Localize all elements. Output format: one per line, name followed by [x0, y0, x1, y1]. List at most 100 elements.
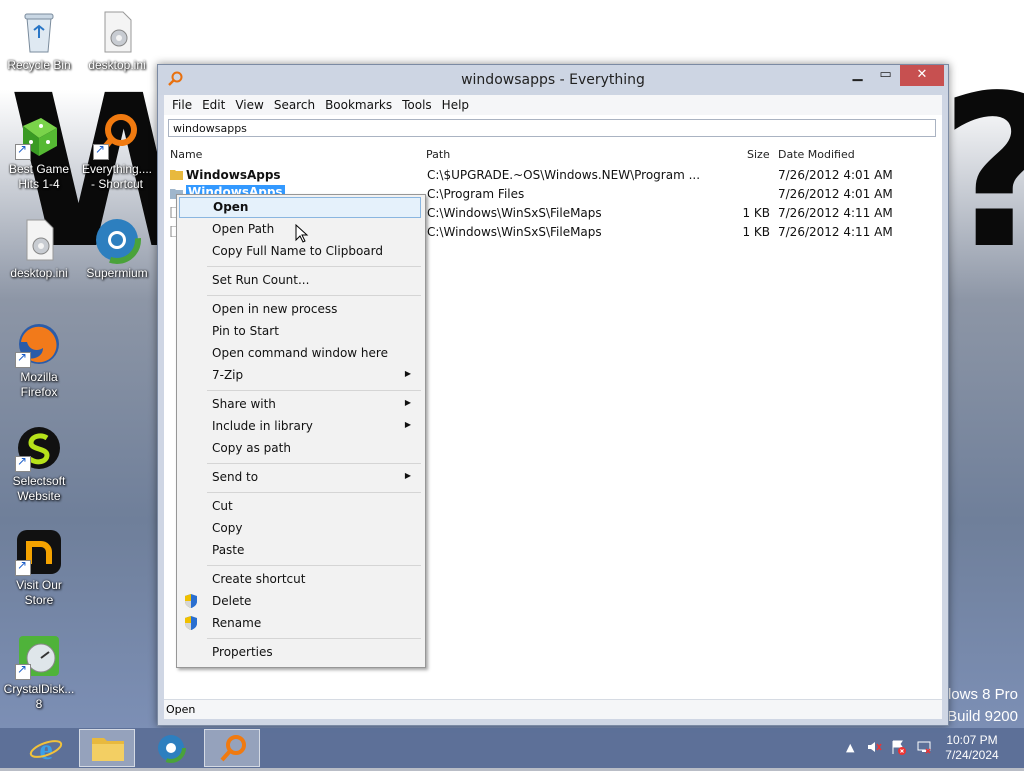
supermium-browser-icon	[93, 216, 141, 264]
taskbar-supermium-button[interactable]	[143, 729, 199, 767]
desktop-icon-label: Mozilla Firefox	[20, 370, 58, 399]
menu-item-cut[interactable]: Cut	[179, 496, 421, 517]
menu-item-open-command-window[interactable]: Open command window here	[179, 343, 421, 364]
minimize-button[interactable]: ▁	[844, 65, 871, 86]
menu-separator	[207, 492, 421, 493]
menu-bookmarks[interactable]: Bookmarks	[320, 95, 397, 115]
result-date: 7/26/2012 4:11 AM	[778, 206, 893, 220]
menu-item-label: Create shortcut	[212, 572, 306, 586]
menu-edit[interactable]: Edit	[197, 95, 230, 115]
maximize-button[interactable]: ▭	[872, 65, 899, 86]
menu-item-label: Set Run Count...	[212, 273, 310, 287]
clock-time: 10:07 PM	[946, 733, 998, 747]
desktop-icon-desktop-ini-2[interactable]: desktop.ini	[2, 216, 76, 281]
result-path: C:\Windows\WinSxS\FileMaps	[427, 225, 602, 239]
window-title: windowsapps - Everything	[461, 72, 645, 88]
result-size: 1 KB	[742, 225, 770, 239]
taskbar-ie-button[interactable]: e	[18, 729, 74, 767]
menu-item-label: Cut	[212, 499, 233, 513]
menu-item-pin-to-start[interactable]: Pin to Start	[179, 321, 421, 342]
taskbar-everything-button[interactable]	[204, 729, 260, 767]
menu-item-delete[interactable]: Delete	[179, 591, 421, 612]
menu-item-rename[interactable]: Rename	[179, 613, 421, 634]
taskbar: e ▲ 10:07 PM 7/24/2024	[0, 728, 1024, 768]
os-watermark-line1: dows 8 Pro	[942, 686, 1018, 703]
menu-item-7zip[interactable]: 7-Zip ▶	[179, 365, 421, 386]
desktop-icon-label: Recycle Bin	[7, 58, 71, 72]
menu-item-set-run-count[interactable]: Set Run Count...	[179, 270, 421, 291]
menu-item-label: Properties	[212, 645, 273, 659]
action-center-flag-icon[interactable]	[890, 739, 906, 758]
menu-item-label: Include in library	[212, 419, 313, 433]
menu-tools[interactable]: Tools	[397, 95, 437, 115]
desktop-icon-desktop-ini[interactable]: desktop.ini	[80, 8, 154, 73]
menu-separator	[207, 638, 421, 639]
menu-help[interactable]: Help	[437, 95, 474, 115]
menu-item-label: 7-Zip	[212, 368, 244, 382]
network-icon[interactable]	[916, 739, 932, 758]
firefox-icon	[15, 320, 63, 368]
desktop-icon-recycle-bin[interactable]: Recycle Bin	[2, 8, 76, 73]
column-header-path[interactable]: Path	[426, 148, 450, 161]
menu-item-include-in-library[interactable]: Include in library ▶	[179, 416, 421, 437]
show-hidden-icons-button[interactable]: ▲	[846, 741, 854, 754]
result-date: 7/26/2012 4:01 AM	[778, 168, 893, 182]
everything-search-icon	[220, 735, 246, 762]
menu-item-paste[interactable]: Paste	[179, 540, 421, 561]
desktop-icon-label: Visit Our Store	[16, 578, 62, 607]
desktop-icon-label: Selectsoft Website	[12, 474, 66, 503]
desktop-icon-best-game-hits[interactable]: Best Game Hits 1-4	[2, 112, 76, 192]
result-size: 1 KB	[742, 206, 770, 220]
desktop-icon-selectsoft[interactable]: Selectsoft Website	[2, 424, 76, 504]
svg-text:e: e	[39, 733, 52, 766]
mouse-cursor-icon	[295, 223, 309, 244]
shortcut-arrow-icon	[15, 142, 31, 160]
volume-muted-icon[interactable]	[866, 739, 882, 758]
menu-item-label: Open command window here	[212, 346, 388, 360]
desktop-icon-label: CrystalDisk... 8	[3, 682, 75, 711]
menu-item-copy-as-path[interactable]: Copy as path	[179, 438, 421, 459]
desktop-icon-crystaldisk[interactable]: CrystalDisk... 8	[2, 632, 76, 712]
menu-search[interactable]: Search	[269, 95, 320, 115]
internet-explorer-icon: e	[29, 733, 63, 766]
settings-file-icon	[93, 8, 141, 56]
menu-item-label: Open Path	[212, 222, 275, 236]
menu-item-share-with[interactable]: Share with ▶	[179, 394, 421, 415]
desktop-icon-firefox[interactable]: Mozilla Firefox	[2, 320, 76, 400]
menu-item-open[interactable]: Open	[179, 197, 421, 218]
taskbar-file-explorer-button[interactable]	[79, 729, 135, 767]
menu-item-properties[interactable]: Properties	[179, 642, 421, 663]
desktop-icon-visit-store[interactable]: Visit Our Store	[2, 528, 76, 608]
os-watermark: dows 8 Pro Build 9200	[943, 684, 1018, 728]
green-dice-icon	[15, 112, 63, 160]
result-path: C:\$UPGRADE.~OS\Windows.NEW\Program ...	[427, 168, 701, 182]
menu-item-label: Delete	[212, 594, 252, 608]
search-input[interactable]: windowsapps	[168, 119, 936, 137]
taskbar-clock[interactable]: 10:07 PM 7/24/2024	[942, 733, 1002, 763]
menu-item-copy-full-name[interactable]: Copy Full Name to Clipboard	[179, 241, 421, 262]
result-row[interactable]: WindowsApps C:\$UPGRADE.~OS\Windows.NEW\…	[164, 166, 942, 185]
result-name: WindowsApps	[186, 168, 281, 182]
menu-separator	[207, 463, 421, 464]
desktop-icon-label: Supermium	[86, 266, 148, 280]
column-header-size[interactable]: Size	[747, 148, 770, 161]
menu-item-send-to[interactable]: Send to ▶	[179, 467, 421, 488]
result-date: 7/26/2012 4:11 AM	[778, 225, 893, 239]
column-header-name[interactable]: Name	[170, 148, 202, 161]
desktop-icon-everything-shortcut[interactable]: Everything.... - Shortcut	[80, 112, 154, 192]
menu-item-label: Share with	[212, 397, 276, 411]
menu-item-create-shortcut[interactable]: Create shortcut	[179, 569, 421, 590]
menu-view[interactable]: View	[230, 95, 268, 115]
desktop-icon-supermium[interactable]: Supermium	[80, 216, 154, 281]
menu-item-label: Paste	[212, 543, 245, 557]
selectsoft-logo-icon	[15, 424, 63, 472]
menu-item-open-new-process[interactable]: Open in new process	[179, 299, 421, 320]
column-header-date-modified[interactable]: Date Modified	[778, 148, 855, 161]
menu-item-label: Open	[213, 200, 249, 214]
title-bar[interactable]: windowsapps - Everything ▁ ▭ ✕	[158, 65, 948, 95]
result-path: C:\Program Files	[427, 187, 525, 201]
close-button[interactable]: ✕	[900, 65, 944, 86]
menu-item-copy[interactable]: Copy	[179, 518, 421, 539]
store-logo-icon	[15, 528, 63, 576]
menu-file[interactable]: File	[167, 95, 197, 115]
